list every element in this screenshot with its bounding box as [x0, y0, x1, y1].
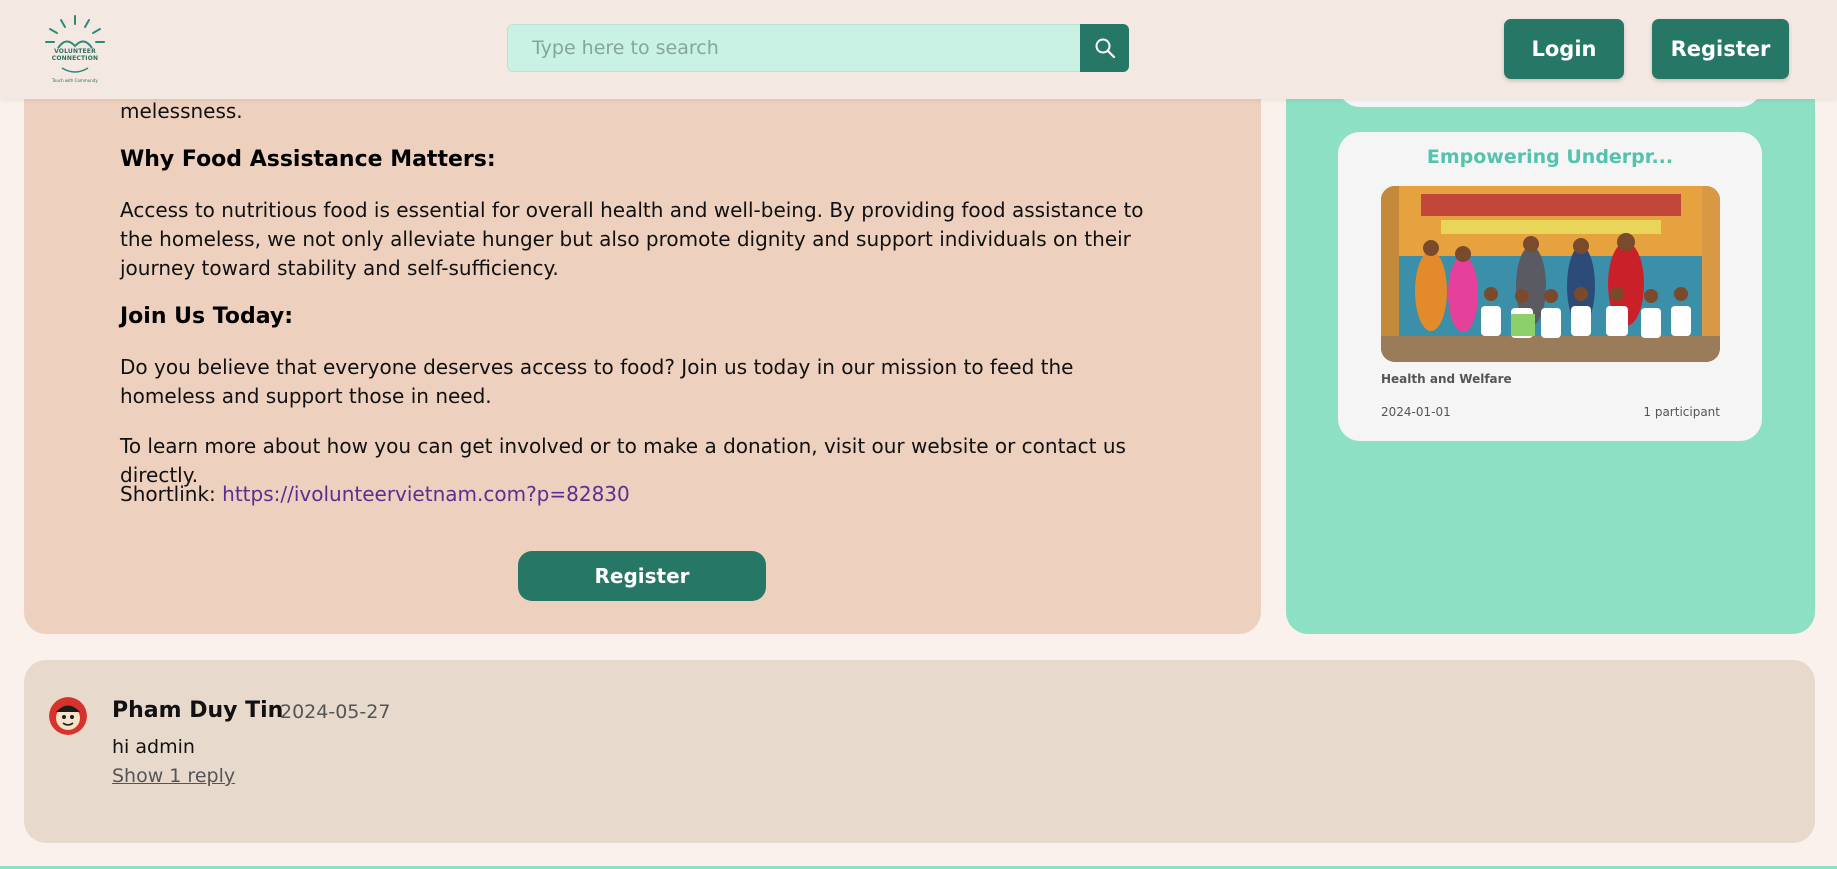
- event-card-date: 2024-01-01: [1381, 405, 1451, 419]
- event-card-image[interactable]: [1381, 186, 1720, 362]
- paragraph-why-food: Access to nutritious food is essential f…: [120, 198, 1144, 280]
- avatar[interactable]: [49, 697, 87, 735]
- article-content: melessness. Why Food Assistance Matters:…: [24, 60, 1261, 634]
- search-icon: [1095, 38, 1115, 59]
- shortlink-url[interactable]: https://ivolunteervietnam.com?p=82830: [222, 482, 630, 506]
- comments-section: Pham Duy Tin 2024-05-27 hi admin Show 1 …: [24, 660, 1815, 843]
- heading-join-us: Join Us Today:: [120, 304, 294, 329]
- search-button[interactable]: [1080, 24, 1129, 72]
- logo-tagline: Touch with Community: [52, 78, 98, 83]
- comment-author: Pham Duy Tin: [112, 698, 284, 723]
- event-card-category: Health and Welfare: [1381, 372, 1512, 386]
- register-button-header[interactable]: Register: [1652, 19, 1789, 79]
- event-card[interactable]: Empowering Underpr... Health and Welfare…: [1338, 132, 1762, 441]
- site-logo[interactable]: VOLUNTEER CONNECTION Touch with Communit…: [36, 12, 114, 86]
- paragraph-join-us: Do you believe that everyone deserves ac…: [120, 355, 1074, 408]
- intro-text: melessness.: [120, 99, 243, 123]
- logo-title: VOLUNTEER CONNECTION: [51, 48, 99, 62]
- search-input[interactable]: [508, 25, 1082, 71]
- shortlink: Shortlink: https://ivolunteervietnam.com…: [120, 480, 1180, 509]
- event-card-participants: 1 participant: [1643, 405, 1720, 419]
- search-bar: [507, 24, 1129, 72]
- site-header: VOLUNTEER CONNECTION Touch with Communit…: [0, 0, 1837, 99]
- shortlink-label: Shortlink:: [120, 482, 216, 506]
- comment-date: 2024-05-27: [280, 701, 391, 723]
- event-card-title[interactable]: Empowering Underpr...: [1338, 146, 1762, 168]
- comment-text: hi admin: [112, 736, 195, 758]
- related-events-sidebar: Empowering Underpr... Health and Welfare…: [1286, 60, 1815, 634]
- show-replies-link[interactable]: Show 1 reply: [112, 765, 235, 787]
- heading-why-food: Why Food Assistance Matters:: [120, 147, 496, 172]
- login-button[interactable]: Login: [1504, 19, 1624, 79]
- register-button[interactable]: Register: [518, 551, 766, 601]
